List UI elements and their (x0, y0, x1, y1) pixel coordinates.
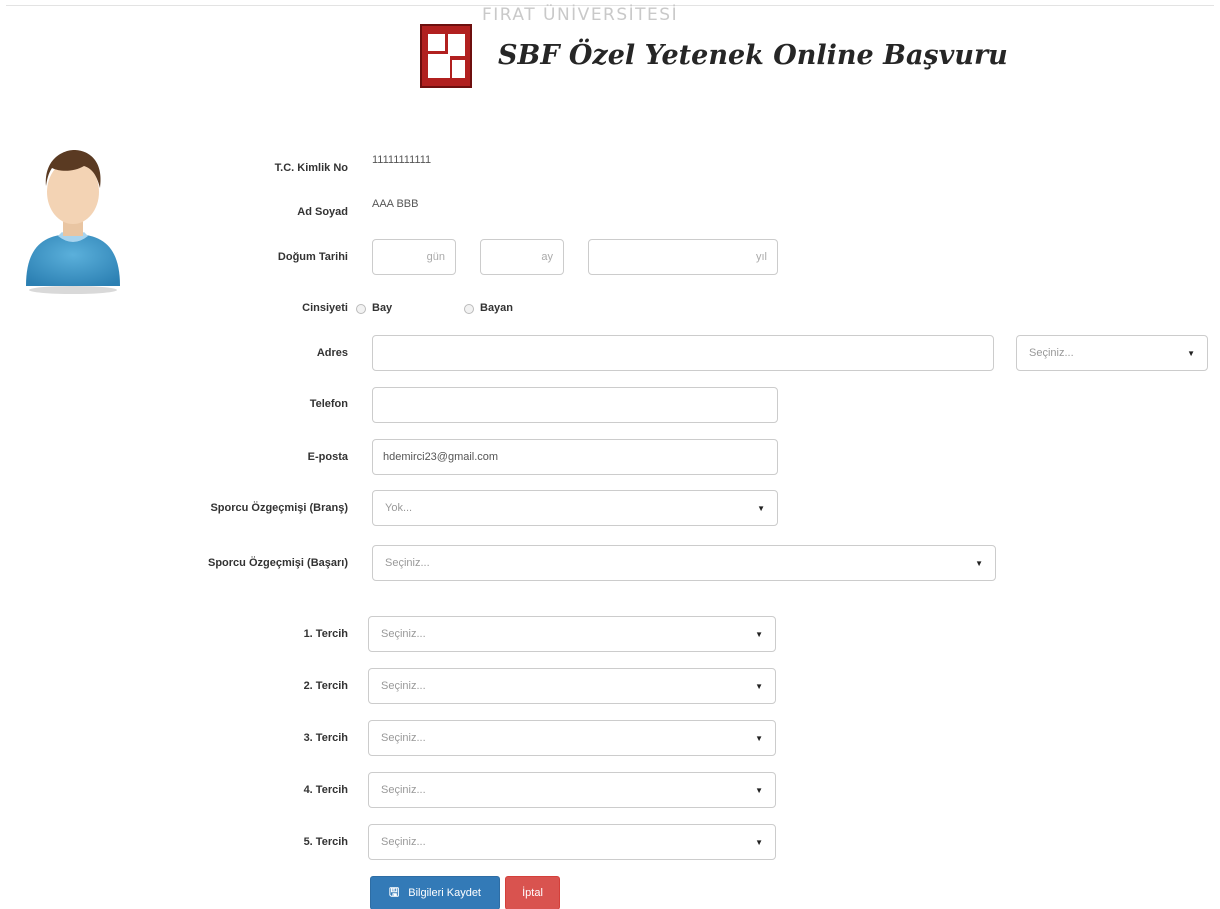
success-select[interactable]: Seçiniz... ▼ (372, 545, 996, 581)
user-avatar-icon (26, 150, 120, 294)
cancel-button-label: İptal (522, 887, 543, 899)
gender-male-label: Bay (372, 302, 393, 314)
preference-4-select[interactable]: Seçiniz... ▼ (368, 772, 776, 808)
gender-female-label: Bayan (480, 302, 514, 314)
birthdate-label: Doğum Tarihi (277, 251, 348, 263)
birth-day-input[interactable] (372, 239, 456, 275)
preference-2-label: 2. Tercih (303, 680, 348, 692)
gender-label: Cinsiyeti (302, 302, 348, 314)
preference-5-select[interactable]: Seçiniz... ▼ (368, 824, 776, 860)
preference-3-value: Seçiniz... (381, 732, 426, 744)
cancel-button[interactable]: İptal (505, 876, 560, 909)
tc-value: 11111111111 (372, 154, 432, 166)
gender-female-radio[interactable] (464, 304, 474, 314)
preference-4-value: Seçiniz... (381, 784, 426, 796)
phone-input[interactable] (372, 387, 778, 423)
chevron-down-icon: ▼ (1187, 348, 1195, 358)
address-label: Adres (316, 347, 348, 359)
preference-5-value: Seçiniz... (381, 836, 426, 848)
chevron-down-icon: ▼ (757, 503, 765, 513)
birth-year-input[interactable] (588, 239, 778, 275)
city-select[interactable]: Seçiniz... ▼ (1016, 335, 1208, 371)
city-select-value: Seçiniz... (1029, 347, 1074, 359)
floppy-disk-icon: 🖫 (389, 884, 400, 899)
save-button-label: Bilgileri Kaydet (408, 887, 481, 899)
branch-label: Sporcu Özgeçmişi (Branş) (210, 502, 348, 514)
branch-select-value: Yok... (385, 502, 413, 514)
preference-2-value: Seçiniz... (381, 680, 426, 692)
university-logo (420, 24, 472, 88)
university-name: FIRAT ÜNİVERSİTESİ (482, 5, 679, 25)
name-label: Ad Soyad (297, 206, 348, 218)
phone-label: Telefon (309, 398, 348, 410)
branch-select[interactable]: Yok... ▼ (372, 490, 778, 526)
gender-male-radio[interactable] (356, 304, 366, 314)
address-input[interactable] (372, 335, 994, 371)
chevron-down-icon: ▼ (755, 837, 763, 847)
chevron-down-icon: ▼ (755, 785, 763, 795)
email-label: E-posta (307, 451, 348, 463)
preference-4-label: 4. Tercih (303, 784, 348, 796)
tc-label: T.C. Kimlik No (274, 162, 348, 174)
preference-3-select[interactable]: Seçiniz... ▼ (368, 720, 776, 756)
chevron-down-icon: ▼ (755, 681, 763, 691)
birth-month-input[interactable] (480, 239, 564, 275)
success-select-value: Seçiniz... (385, 557, 430, 569)
preference-5-label: 5. Tercih (303, 836, 348, 848)
preference-3-label: 3. Tercih (303, 732, 348, 744)
preference-2-select[interactable]: Seçiniz... ▼ (368, 668, 776, 704)
preference-1-select[interactable]: Seçiniz... ▼ (368, 616, 776, 652)
email-input[interactable] (372, 439, 778, 475)
chevron-down-icon: ▼ (755, 733, 763, 743)
chevron-down-icon: ▼ (755, 629, 763, 639)
success-label: Sporcu Özgeçmişi (Başarı) (208, 557, 348, 569)
preference-1-value: Seçiniz... (381, 628, 426, 640)
preference-1-label: 1. Tercih (303, 628, 348, 640)
name-value: AAA BBB (372, 198, 419, 210)
page-title: SBF Özel Yetenek Online Başvuru (498, 40, 1008, 71)
chevron-down-icon: ▼ (975, 558, 983, 568)
save-button[interactable]: 🖫 Bilgileri Kaydet (370, 876, 500, 909)
